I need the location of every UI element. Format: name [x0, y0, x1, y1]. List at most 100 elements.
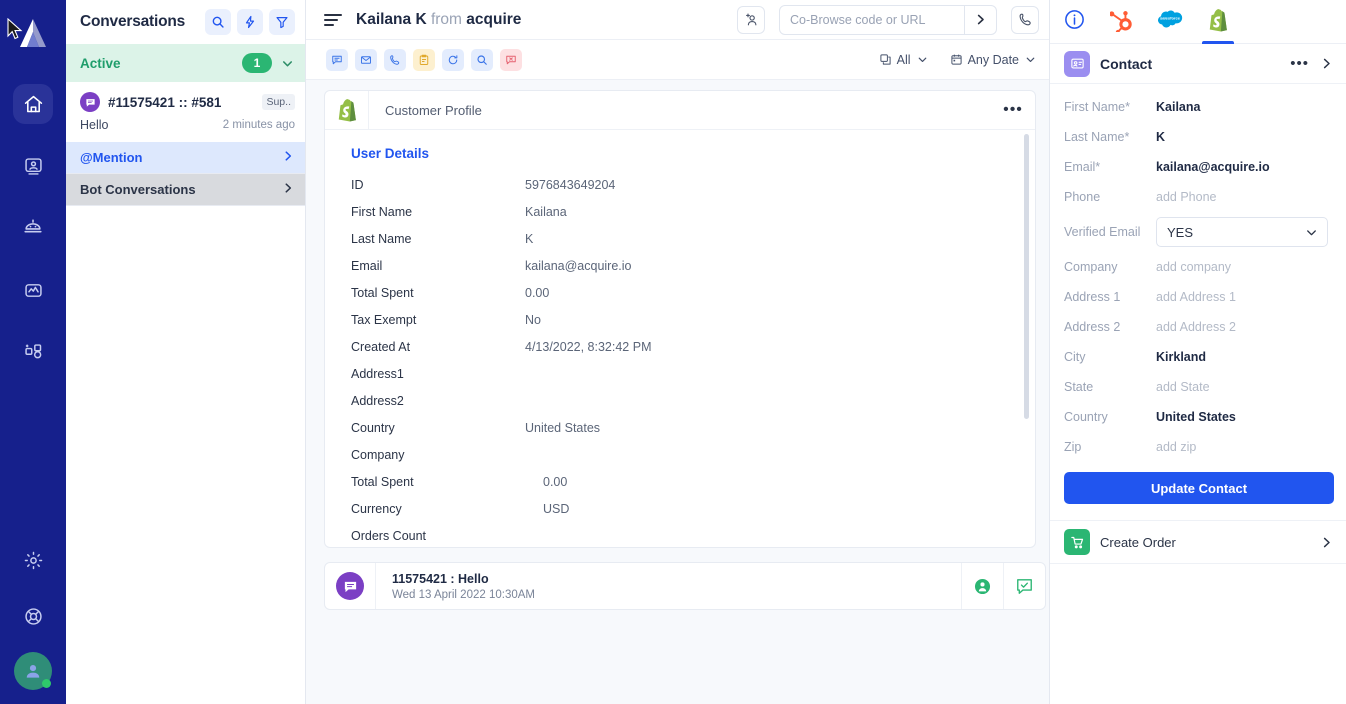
sidebar-item-bot-conversations[interactable]: Bot Conversations — [66, 174, 305, 206]
conversations-search-button[interactable] — [205, 9, 231, 35]
rail-item-home[interactable] — [13, 84, 53, 124]
field-value[interactable]: add State — [1156, 380, 1210, 394]
chevron-down-icon — [1307, 229, 1316, 235]
rail-item-help[interactable] — [13, 596, 53, 636]
tool-email[interactable] — [355, 48, 377, 71]
rail-item-contacts[interactable] — [13, 146, 53, 186]
scrollbar-thumb[interactable] — [1024, 134, 1029, 419]
contact-field-row[interactable]: Zip add zip — [1064, 432, 1334, 462]
date-filter-label: Any Date — [967, 52, 1019, 67]
chevron-down-icon[interactable] — [280, 56, 295, 71]
date-filter[interactable]: Any Date — [950, 53, 1037, 67]
contact-field-row[interactable]: Country United States — [1064, 402, 1334, 432]
rail-item-settings[interactable] — [13, 540, 53, 580]
detail-row: Company — [325, 441, 1035, 468]
chevron-right-icon — [1323, 58, 1330, 69]
call-button[interactable] — [1011, 5, 1039, 34]
contact-expand-button[interactable] — [1319, 56, 1334, 71]
contact-field-row[interactable]: Company add company — [1064, 252, 1334, 282]
detail-row: Orders Count — [325, 522, 1035, 547]
rail-item-bot[interactable] — [13, 208, 53, 248]
message-card[interactable]: 11575421 : Hello Wed 13 April 2022 10:30… — [324, 562, 1046, 610]
field-value[interactable]: K — [1156, 130, 1165, 144]
contact-field-row[interactable]: Address 2 add Address 2 — [1064, 312, 1334, 342]
tool-refresh[interactable] — [442, 48, 464, 71]
field-label: Email* — [1064, 160, 1101, 174]
cobrowse-go-button[interactable] — [964, 5, 996, 34]
detail-value: No — [525, 312, 541, 327]
rail-item-apps[interactable] — [13, 332, 53, 372]
profile-scrollbar[interactable] — [1024, 134, 1029, 538]
tool-call[interactable] — [384, 48, 406, 71]
add-user-icon — [745, 13, 756, 26]
field-value[interactable]: add company — [1156, 260, 1231, 274]
online-status-dot — [42, 679, 51, 688]
svg-text:salesforce: salesforce — [1160, 15, 1181, 20]
field-value[interactable]: kailana@acquire.io — [1156, 160, 1270, 174]
chevron-down-icon — [1026, 57, 1035, 62]
detail-value: 4/13/2022, 8:32:42 PM — [525, 339, 652, 354]
main-content: Customer Profile ••• User Details ID 5976… — [306, 80, 1049, 704]
clipboard-icon — [419, 54, 429, 65]
detail-value: USD — [543, 501, 570, 516]
field-value[interactable]: Kirkland — [1156, 350, 1206, 364]
tool-missed-chat[interactable] — [500, 48, 522, 71]
conversations-quick-actions-button[interactable] — [237, 9, 263, 35]
field-value[interactable]: add Address 2 — [1156, 320, 1236, 334]
copy-icon — [880, 54, 891, 65]
left-nav-rail — [0, 0, 66, 704]
contact-field-row[interactable]: First Name* Kailana — [1064, 92, 1334, 122]
detail-row: Created At 4/13/2022, 8:32:42 PM — [325, 333, 1035, 360]
contact-field-row[interactable]: Last Name* K — [1064, 122, 1334, 152]
hamburger-icon[interactable] — [324, 13, 342, 26]
tool-chat[interactable] — [326, 48, 348, 71]
field-label: Verified Email — [1064, 225, 1141, 239]
contact-field-row[interactable]: Address 1 add Address 1 — [1064, 282, 1334, 312]
ellipsis-icon[interactable]: ••• — [991, 101, 1035, 119]
contact-field-row[interactable]: Phone add Phone — [1064, 182, 1334, 212]
customer-profile-header: Customer Profile ••• — [325, 91, 1035, 129]
active-section-header[interactable]: Active 1 — [66, 44, 305, 82]
field-label: City — [1064, 350, 1086, 364]
detail-key: Email — [351, 258, 383, 273]
lifebuoy-icon — [24, 607, 42, 625]
contact-section-header: Contact ••• — [1050, 44, 1346, 84]
cobrowse-input[interactable] — [780, 5, 964, 34]
field-value[interactable]: United States — [1156, 410, 1236, 424]
type-filter[interactable]: All — [879, 53, 929, 67]
contact-field-row[interactable]: City Kirkland — [1064, 342, 1334, 372]
tab-info[interactable] — [1050, 0, 1098, 44]
field-value[interactable]: add zip — [1156, 440, 1196, 454]
conversation-list-item[interactable]: #11575421 :: #581 Sup.. Hello 2 minutes … — [66, 82, 305, 142]
cobrowse-field[interactable] — [779, 4, 997, 35]
contact-field-row[interactable]: State add State — [1064, 372, 1334, 402]
detail-value: kailana@acquire.io — [525, 258, 632, 273]
update-contact-button[interactable]: Update Contact — [1064, 472, 1334, 504]
chevron-right-icon[interactable] — [1319, 535, 1334, 550]
field-value[interactable]: add Address 1 — [1156, 290, 1236, 304]
tool-search[interactable] — [471, 48, 493, 71]
tab-hubspot[interactable] — [1098, 0, 1146, 44]
detail-row: Last Name K — [325, 225, 1035, 252]
calendar-icon — [950, 54, 962, 65]
create-order-row[interactable]: Create Order — [1050, 520, 1346, 564]
rail-item-analytics[interactable] — [13, 270, 53, 310]
ellipsis-icon[interactable]: ••• — [1290, 55, 1309, 72]
field-value[interactable]: Kailana — [1156, 100, 1200, 114]
tab-salesforce[interactable]: salesforce — [1146, 0, 1194, 44]
assign-agent-button[interactable] — [961, 563, 1003, 609]
salesforce-icon: salesforce — [1157, 10, 1183, 27]
conversations-filter-button[interactable] — [269, 9, 295, 35]
contact-card-icon — [1070, 58, 1084, 69]
sidebar-item-mention[interactable]: @Mention — [66, 142, 305, 174]
detail-key: First Name — [351, 204, 413, 219]
verified-email-select[interactable]: YES — [1156, 217, 1328, 247]
add-user-button[interactable] — [737, 5, 765, 34]
contact-field-row[interactable]: Email* kailana@acquire.io — [1064, 152, 1334, 182]
tab-shopify[interactable] — [1194, 0, 1242, 44]
field-value[interactable]: add Phone — [1156, 190, 1216, 204]
resolve-chat-button[interactable] — [1003, 563, 1045, 609]
right-panel: salesforce Contact ••• First Name* Kaila… — [1050, 0, 1346, 704]
tool-notes[interactable] — [413, 48, 435, 71]
rail-user-avatar[interactable] — [14, 652, 52, 690]
